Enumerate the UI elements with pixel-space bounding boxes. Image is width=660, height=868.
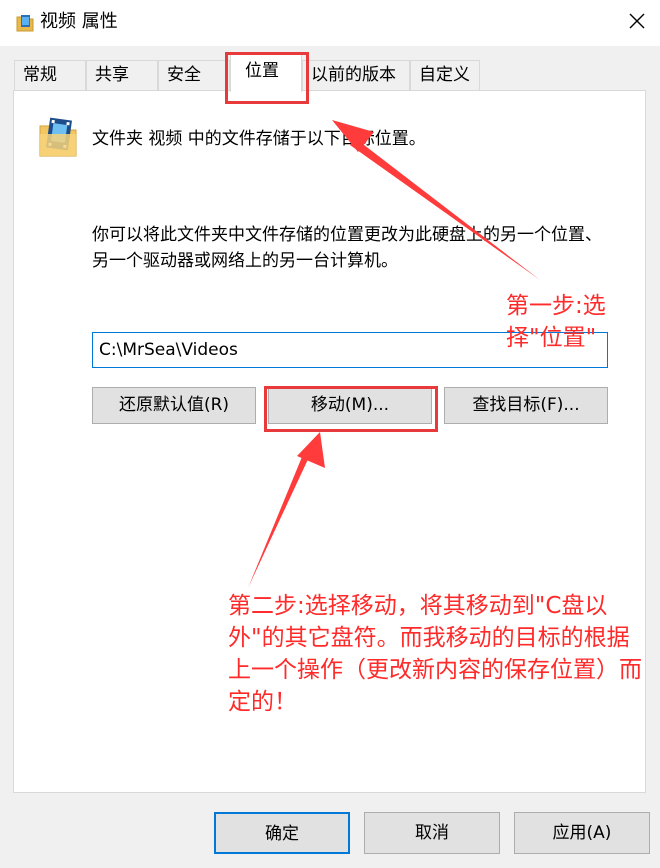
apply-button[interactable]: 应用(A) xyxy=(514,812,650,854)
restore-default-button[interactable]: 还原默认值(R) xyxy=(92,387,256,424)
annotation-step2: 第二步:选择移动，将其移动到"C盘以外"的其它盘符。而我移动的目标的根据上一个操… xyxy=(228,593,642,715)
tab-sharing[interactable]: 共享 xyxy=(86,60,158,90)
tab-customize[interactable]: 自定义 xyxy=(410,60,480,90)
cancel-button[interactable]: 取消 xyxy=(364,812,500,854)
close-button[interactable] xyxy=(614,0,660,46)
close-icon xyxy=(629,13,645,33)
tab-strip: 常规 共享 安全 以前的版本 自定义 xyxy=(0,46,660,92)
folder-video-icon xyxy=(38,116,78,164)
tab-location[interactable]: 位置 xyxy=(230,54,302,92)
folder-video-icon xyxy=(16,13,34,37)
folder-location-description: 文件夹 视频 中的文件存储于以下目标位置。 xyxy=(92,129,426,149)
find-target-button[interactable]: 查找目标(F)... xyxy=(444,387,608,424)
location-explanation: 你可以将此文件夹中文件存储的位置更改为此硬盘上的另一个位置、另一个驱动器或网络上… xyxy=(92,225,602,271)
ok-button[interactable]: 确定 xyxy=(214,812,350,854)
tab-security[interactable]: 安全 xyxy=(158,60,230,90)
annotation-step1: 第一步:选择"位置" xyxy=(506,293,606,351)
title-bar: 视频 属性 xyxy=(0,0,660,46)
tab-general[interactable]: 常规 xyxy=(14,60,86,90)
move-button[interactable]: 移动(M)... xyxy=(268,387,432,424)
window-title: 视频 属性 xyxy=(40,11,118,32)
tab-previous-versions[interactable]: 以前的版本 xyxy=(302,60,410,90)
